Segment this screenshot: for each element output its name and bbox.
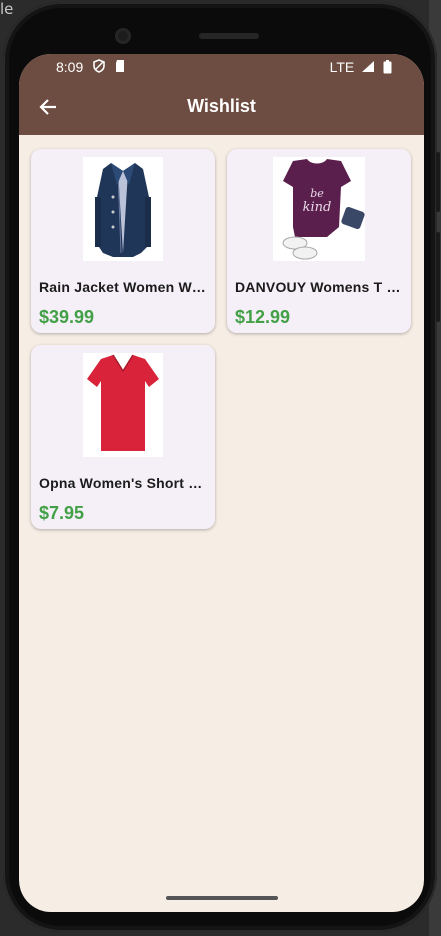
product-price: $39.99: [39, 307, 95, 327]
product-name: DANVOUY Womens T Shirt Casual Cotton Sho…: [235, 279, 403, 295]
earpiece-speaker: [199, 33, 259, 39]
status-bar: 8:09 LTE: [19, 54, 424, 82]
navy-rain-jacket-image: [95, 163, 151, 257]
product-price: $7.95: [39, 503, 85, 523]
wishlist-item-card[interactable]: Rain Jacket Women Windbreaker Striped Cl…: [31, 149, 215, 333]
app-screen: 8:09 LTE Wishlist Rain Jacket Women Win …: [19, 54, 424, 912]
status-notification-icons: [92, 59, 126, 74]
product-image: [83, 157, 163, 261]
power-button: [436, 232, 440, 322]
product-name: Rain Jacket Women Windbreaker Striped Cl…: [39, 279, 207, 295]
page-title: Wishlist: [187, 96, 256, 116]
status-right-icons: LTE: [330, 59, 392, 75]
home-indicator[interactable]: [166, 896, 278, 900]
status-time: 8:09: [56, 59, 84, 75]
red-vneck-tshirt-image: [87, 354, 159, 451]
background-window-fragment: le: [0, 0, 14, 18]
product-price: $12.99: [235, 307, 291, 327]
svg-text:kind: kind: [303, 200, 332, 215]
app-bar: Wishlist: [19, 82, 424, 135]
wishlist-item-card[interactable]: Opna Women's Short Sleeve Moisture $7.95: [31, 345, 215, 529]
sd-card-icon: [115, 60, 124, 72]
svg-text:be: be: [310, 187, 324, 200]
shield-icon: [93, 59, 105, 73]
product-image: be kind: [273, 157, 365, 261]
battery-icon: [383, 60, 392, 74]
phone-frame: 8:09 LTE Wishlist Rain Jacket Women Win …: [3, 2, 440, 932]
front-camera: [115, 28, 131, 44]
purple-be-kind-tshirt-image: be kind: [282, 159, 365, 260]
network-type: LTE: [329, 59, 355, 75]
wishlist-item-card[interactable]: be kind DANVOUY Womens T Shirt Casual Co…: [227, 149, 411, 333]
product-name: Opna Women's Short Sleeve Moisture: [39, 475, 207, 491]
product-image: [83, 353, 163, 457]
volume-button: [436, 152, 440, 212]
signal-icon: [362, 61, 375, 72]
